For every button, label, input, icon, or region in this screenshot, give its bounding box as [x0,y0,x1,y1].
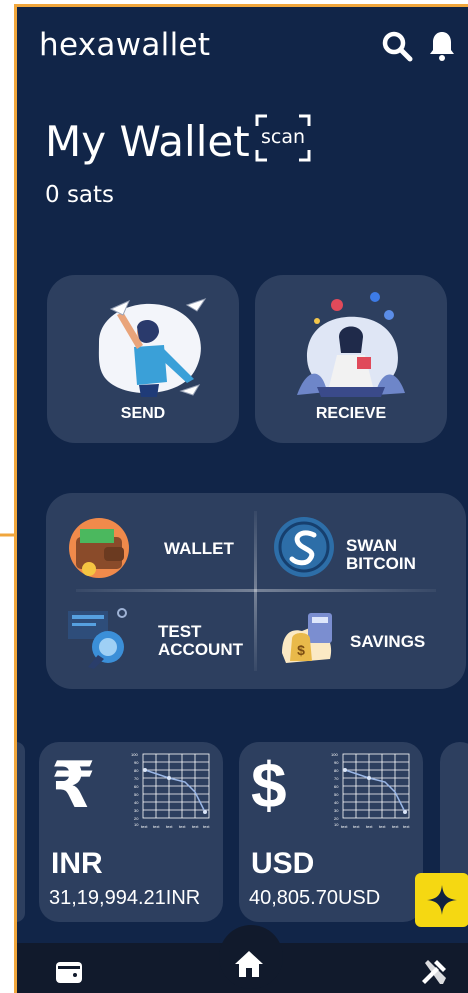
y-tick: 20 [134,816,139,821]
currency-amount: 40,805.70USD [249,887,381,909]
x-tick: text [166,824,173,829]
currency-code: INR [51,847,103,880]
x-tick: text [379,824,386,829]
y-tick: 40 [134,800,139,805]
y-tick: 70 [334,776,339,781]
test-line-1: TEST [158,622,202,641]
x-tick: text [192,824,199,829]
search-icon[interactable] [380,29,414,63]
service-wallet-label: WALLET [164,539,234,558]
x-tick: text [403,824,410,829]
y-tick: 50 [134,792,139,797]
x-tick: text [141,824,148,829]
y-tick: 90 [134,760,139,765]
send-card[interactable]: SEND [47,275,239,443]
service-savings[interactable]: $ SAVINGS [260,597,460,681]
x-tick: text [203,824,210,829]
service-savings-label: SAVINGS [350,632,426,651]
x-tick: text [366,824,373,829]
y-tick: 100 [331,752,338,757]
send-illustration [98,298,207,397]
sparkle-icon [427,885,457,915]
send-label: SEND [120,405,166,422]
y-tick: 10 [134,822,139,827]
x-tick: text [392,824,399,829]
dollar-icon: $ [251,749,287,821]
savings-icon: $ [272,603,342,673]
service-swan-bitcoin[interactable]: SWAN BITCOIN [260,507,460,591]
x-tick: text [179,824,186,829]
wallet-icon[interactable] [54,957,84,987]
swan-line-2: BITCOIN [346,554,416,573]
sparkle-button[interactable] [415,873,468,927]
scan-button[interactable]: scan [253,112,313,164]
app-title: hexawallet [39,27,211,63]
y-tick: 60 [334,784,339,789]
test-line-2: ACCOUNT [158,640,243,659]
swan-logo-icon [272,515,336,579]
currency-code: USD [251,847,315,880]
x-tick: text [353,824,360,829]
receive-illustration [297,292,405,397]
bell-icon[interactable] [427,29,457,63]
y-tick: 100 [131,752,138,757]
scan-label: scan [260,126,306,148]
y-tick: 10 [334,822,339,827]
service-test-account[interactable]: TEST ACCOUNT [60,597,260,681]
currency-amount: 31,19,994.21INR [49,887,201,909]
svg-text:$: $ [297,642,305,658]
page-title: My Wallet [45,117,250,166]
y-tick: 90 [334,760,339,765]
y-tick: 20 [334,816,339,821]
currency-card-partial-left [17,742,25,922]
wallet-icon [64,513,134,583]
y-tick: 40 [334,800,339,805]
phone-frame: hexawallet My Wallet scan 0 sats SEND RE… [14,4,468,993]
service-test-label: TEST ACCOUNT [158,623,243,659]
swan-line-1: SWAN [346,536,397,555]
currency-card-usd[interactable]: $ 100 90 80 70 60 50 40 30 20 10 text te… [239,742,423,922]
y-tick: 60 [134,784,139,789]
receive-label: RECIEVE [315,405,387,422]
x-tick: text [153,824,160,829]
y-tick: 70 [134,776,139,781]
y-tick: 30 [134,808,139,813]
mini-chart: 100 90 80 70 60 50 40 30 20 10 text text… [131,752,210,829]
y-tick: 50 [334,792,339,797]
currency-card-inr[interactable]: ₹ 100 90 80 70 60 50 40 30 20 10 text te… [39,742,223,922]
test-account-icon [64,603,134,673]
y-tick: 80 [334,768,339,773]
y-tick: 30 [334,808,339,813]
service-swan-label: SWAN BITCOIN [346,537,416,573]
wallet-balance: 0 sats [45,182,115,208]
receive-card[interactable]: RECIEVE [255,275,447,443]
x-tick: text [341,824,348,829]
y-tick: 80 [134,768,139,773]
services-panel: WALLET SWAN BITCOIN TEST ACCOUNT $ SAVIN… [46,493,466,689]
rupee-icon: ₹ [51,749,96,821]
tools-icon[interactable] [419,957,449,987]
mini-chart: 100 90 80 70 60 50 40 30 20 10 text text… [331,752,410,829]
home-icon[interactable] [234,949,264,979]
service-wallet[interactable]: WALLET [60,507,260,591]
